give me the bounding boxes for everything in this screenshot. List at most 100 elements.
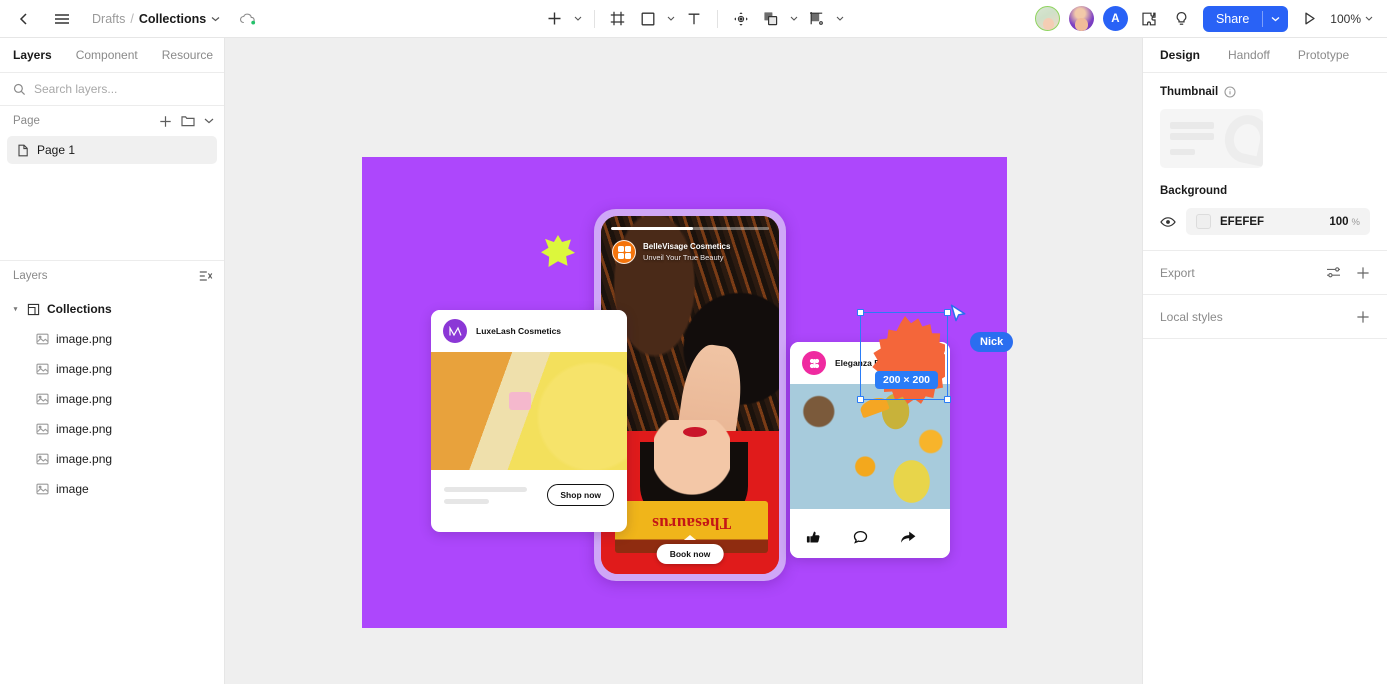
share-button[interactable]: Share bbox=[1202, 5, 1289, 32]
layer-label: image.png bbox=[56, 452, 113, 466]
layer-label: image.png bbox=[56, 332, 113, 346]
collaborator-avatar-2[interactable] bbox=[1068, 6, 1094, 31]
frame-tool[interactable] bbox=[604, 6, 632, 32]
breadcrumb-file[interactable]: Collections bbox=[139, 12, 206, 26]
collaborator-name-label: Nick bbox=[970, 332, 1014, 352]
layers-filter-icon[interactable] bbox=[199, 270, 213, 282]
book-now-button[interactable]: Book now bbox=[656, 544, 724, 564]
story-brand-block: BelleVisage Cosmetics Unveil Your True B… bbox=[643, 241, 730, 263]
thumbnail-watermark-icon bbox=[1220, 110, 1263, 168]
tab-handoff[interactable]: Handoff bbox=[1228, 48, 1270, 62]
card-action-bar bbox=[790, 516, 950, 558]
chevron-down-icon[interactable] bbox=[211, 16, 220, 22]
shop-now-button[interactable]: Shop now bbox=[547, 484, 614, 506]
layers-section-title: Layers bbox=[13, 269, 48, 282]
layer-row[interactable]: image.png bbox=[0, 414, 224, 444]
canvas-viewport[interactable]: Thesaurus BelleVisage Cosmetics Unveil Y… bbox=[225, 38, 1142, 684]
add-tool[interactable] bbox=[541, 6, 569, 32]
card-luxelash[interactable]: LuxeLash Cosmetics Shop now bbox=[431, 310, 627, 532]
zoom-chevron-down-icon bbox=[1365, 16, 1373, 21]
breadcrumb-project[interactable]: Drafts bbox=[92, 12, 125, 26]
layer-group-collections[interactable]: ▾ Collections bbox=[0, 294, 224, 324]
page-section-title: Page bbox=[13, 115, 40, 127]
resize-handle-top-left[interactable] bbox=[857, 309, 864, 316]
background-color-field[interactable]: EFEFEF 100 % bbox=[1186, 208, 1370, 235]
share-chevron-down-icon[interactable] bbox=[1263, 6, 1288, 32]
export-section: Export bbox=[1143, 251, 1387, 295]
search-layers-row[interactable] bbox=[0, 73, 224, 106]
text-tool[interactable] bbox=[680, 6, 708, 32]
layer-row[interactable]: image.png bbox=[0, 444, 224, 474]
opacity-unit: % bbox=[1351, 216, 1360, 228]
selection-size-badge: 200 × 200 bbox=[875, 371, 939, 389]
local-styles-label: Local styles bbox=[1160, 309, 1223, 324]
thumbnail-preview[interactable] bbox=[1160, 109, 1263, 168]
collaborator-cursor: Nick bbox=[950, 304, 1014, 352]
add-tool-chevron-down-icon[interactable] bbox=[571, 6, 585, 32]
search-input[interactable] bbox=[34, 82, 211, 96]
toolbar-center-tools bbox=[541, 6, 847, 32]
figma-app-window: Drafts / Collections A Share 100% Layers… bbox=[0, 0, 1387, 684]
resize-handle-bottom-left[interactable] bbox=[857, 396, 864, 403]
plugin-icon[interactable] bbox=[1137, 7, 1161, 31]
resize-handle-bottom-right[interactable] bbox=[944, 396, 951, 403]
artboard-collections[interactable]: Thesaurus BelleVisage Cosmetics Unveil Y… bbox=[362, 157, 1014, 628]
zoom-control[interactable]: 100% bbox=[1330, 12, 1373, 26]
tab-prototype[interactable]: Prototype bbox=[1298, 48, 1349, 62]
tab-layers[interactable]: Layers bbox=[13, 48, 52, 62]
tab-component[interactable]: Component bbox=[76, 48, 138, 62]
back-button[interactable] bbox=[12, 7, 36, 31]
background-color-row: EFEFEF 100 % bbox=[1160, 208, 1370, 235]
story-brand-tagline: Unveil Your True Beauty bbox=[643, 253, 724, 262]
mask-tool-chevron-down-icon[interactable] bbox=[833, 6, 847, 32]
plus-icon[interactable] bbox=[1356, 310, 1370, 324]
collaborator-avatar-3[interactable]: A bbox=[1102, 6, 1128, 31]
shape-tool[interactable] bbox=[634, 6, 662, 32]
main-menu-button[interactable] bbox=[50, 7, 74, 31]
caret-expanded-icon[interactable]: ▾ bbox=[11, 305, 20, 313]
like-icon[interactable] bbox=[806, 530, 821, 545]
layer-row[interactable]: image.png bbox=[0, 324, 224, 354]
layer-label: image bbox=[56, 482, 89, 496]
eye-icon[interactable] bbox=[1160, 216, 1176, 228]
layer-row[interactable]: image.png bbox=[0, 384, 224, 414]
background-hex-value[interactable]: EFEFEF bbox=[1220, 216, 1264, 228]
layer-row[interactable]: image bbox=[0, 474, 224, 504]
image-icon bbox=[36, 483, 49, 495]
export-settings-icon[interactable] bbox=[1326, 266, 1341, 279]
story-brand-name: BelleVisage Cosmetics bbox=[643, 242, 731, 251]
card-image bbox=[790, 384, 950, 509]
boolean-tool[interactable] bbox=[757, 6, 785, 32]
move-tool[interactable] bbox=[727, 6, 755, 32]
export-actions bbox=[1326, 266, 1370, 280]
frame-icon bbox=[27, 303, 40, 316]
shape-tool-chevron-down-icon[interactable] bbox=[664, 6, 678, 32]
color-swatch[interactable] bbox=[1196, 214, 1211, 229]
background-opacity[interactable]: 100 % bbox=[1329, 216, 1360, 228]
plus-icon[interactable] bbox=[1356, 266, 1370, 280]
cursor-arrow-icon bbox=[950, 304, 966, 322]
present-button[interactable] bbox=[1297, 7, 1321, 31]
right-panel: Design Handoff Prototype Thumbnail Backg… bbox=[1142, 38, 1387, 684]
page-icon bbox=[17, 144, 29, 157]
page-item-page-1[interactable]: Page 1 bbox=[7, 136, 217, 164]
yellow-blob-shape[interactable] bbox=[541, 235, 575, 267]
local-styles-actions bbox=[1356, 310, 1370, 324]
layer-group-label: Collections bbox=[47, 302, 112, 316]
folder-icon[interactable] bbox=[181, 115, 195, 127]
plus-icon[interactable] bbox=[159, 115, 172, 128]
toolbar-divider-2 bbox=[716, 9, 718, 28]
mask-tool[interactable] bbox=[803, 6, 831, 32]
tab-design[interactable]: Design bbox=[1160, 48, 1200, 62]
boolean-tool-chevron-down-icon[interactable] bbox=[787, 6, 801, 32]
tab-resource[interactable]: Resource bbox=[162, 48, 213, 62]
chevron-down-icon[interactable] bbox=[204, 118, 214, 124]
info-icon[interactable] bbox=[1224, 86, 1236, 98]
lightbulb-icon[interactable] bbox=[1170, 7, 1194, 31]
collaborator-avatar-1[interactable] bbox=[1034, 6, 1060, 31]
card-brand-name: LuxeLash Cosmetics bbox=[476, 326, 562, 336]
comment-icon[interactable] bbox=[853, 530, 868, 545]
opacity-value[interactable]: 100 bbox=[1329, 216, 1348, 228]
layer-row[interactable]: image.png bbox=[0, 354, 224, 384]
share-icon[interactable] bbox=[900, 530, 916, 545]
